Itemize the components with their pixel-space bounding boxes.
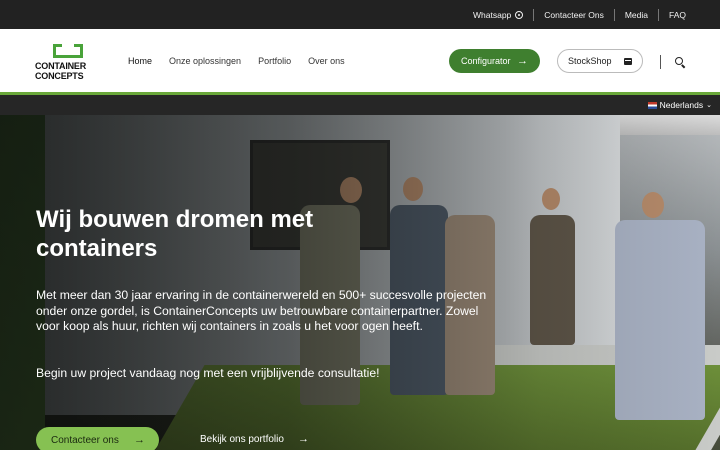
hero-title: Wij bouwen dromen met containers [36, 206, 314, 262]
dutch-flag-icon [647, 101, 657, 109]
media-link[interactable]: Media [615, 10, 658, 20]
hero-cta-text: Begin uw project vandaag nog met een vri… [36, 366, 380, 380]
logo-line2: CONCEPTS [35, 70, 84, 81]
hero-dark-overlay [0, 115, 720, 450]
configurator-label: Configurator [461, 56, 511, 66]
stockshop-label: StockShop [568, 56, 612, 66]
nav-item-portfolio[interactable]: Portfolio [258, 56, 291, 66]
language-label: Nederlands [659, 100, 704, 110]
language-bar [0, 95, 720, 115]
arrow-right-icon: → [134, 434, 145, 446]
logo-text: CONTAINER CONCEPTS [35, 61, 101, 81]
arrow-right-icon: → [517, 55, 528, 67]
hero-banner [0, 115, 720, 450]
whatsapp-label: Whatsapp [473, 9, 512, 20]
whatsapp-link[interactable]: Whatsapp [463, 10, 533, 20]
hero-body-text: Met meer dan 30 jaar ervaring in de cont… [36, 288, 487, 333]
primary-nav: Home Onze oplossingen Portfolio Over ons [128, 29, 362, 92]
faq-label: FAQ [668, 9, 686, 20]
configurator-button[interactable]: Configurator → [449, 49, 540, 73]
chevron-down-icon: ⌄ [706, 102, 712, 109]
portfolio-button-label: Bekijk ons portfolio [200, 433, 284, 445]
language-selector[interactable]: Nederlands ⌄ [647, 95, 712, 115]
contact-label: Contacteer Ons [544, 9, 604, 20]
faq-link[interactable]: FAQ [659, 10, 696, 20]
whatsapp-icon [515, 10, 524, 19]
arrow-right-icon: → [297, 433, 309, 445]
search-icon[interactable] [675, 57, 685, 67]
media-label: Media [624, 9, 648, 20]
stockshop-button[interactable]: StockShop [557, 49, 643, 73]
portfolio-button[interactable]: Bekijk ons portfolio → [200, 427, 309, 450]
nav-item-about[interactable]: Over ons [308, 56, 345, 66]
divider [660, 55, 661, 69]
container-logo-icon [53, 44, 83, 58]
shop-icon [624, 57, 632, 65]
top-utility-bar: Whatsapp Contacteer Ons Media FAQ [0, 0, 720, 29]
logo[interactable]: CONTAINER CONCEPTS [35, 42, 101, 82]
contact-link[interactable]: Contacteer Ons [534, 10, 614, 20]
contact-button-label: Contacteer ons [51, 434, 119, 446]
contact-button[interactable]: Contacteer ons → [36, 427, 159, 450]
top-links: Whatsapp Contacteer Ons Media FAQ [463, 0, 696, 29]
nav-item-solutions[interactable]: Onze oplossingen [169, 56, 241, 66]
nav-item-home[interactable]: Home [128, 56, 152, 66]
